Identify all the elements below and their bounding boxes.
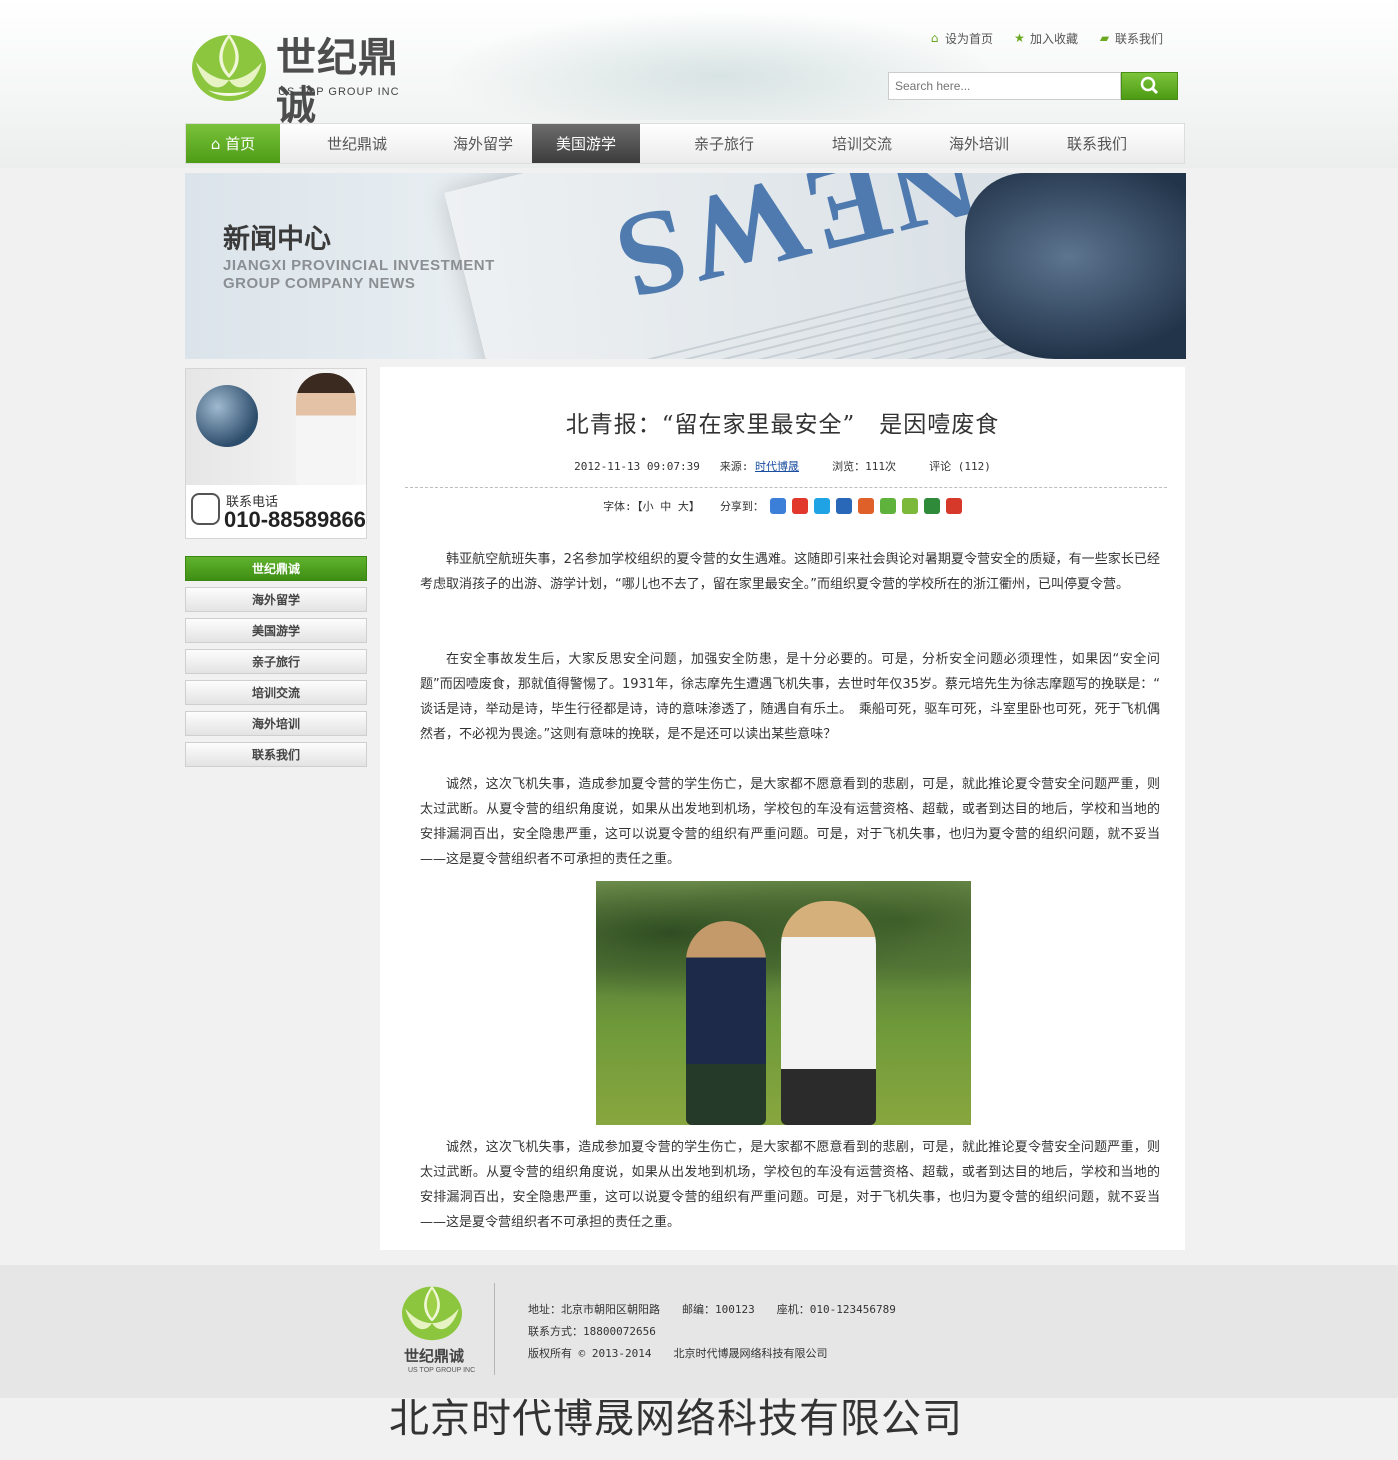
nav-item-contact[interactable]: 联系我们 xyxy=(1042,124,1152,163)
home-icon: ⌂ xyxy=(930,31,939,45)
footer-logo-cn: 世纪鼎诚 xyxy=(404,1347,465,1365)
set-homepage-label: 设为首页 xyxy=(945,32,994,46)
article-panel: 北青报：“留在家里最安全” 是因噎废食 2012-11-13 09:07:39 … xyxy=(380,367,1185,1250)
nav-item-label: 亲子旅行 xyxy=(693,135,754,153)
share-label: 分享到： xyxy=(719,500,764,513)
contact-card: 联系电话 010-88589866 xyxy=(185,368,367,539)
banner-subtitle-line2: GROUP COMPANY NEWS xyxy=(223,275,416,292)
sidebar-item-training-exchange[interactable]: 培训交流 xyxy=(185,680,367,705)
footer-contact-line: 联系方式：18800072656 xyxy=(528,1325,656,1338)
add-favorite-link[interactable]: ★ 加入收藏 xyxy=(1013,30,1078,47)
pengyou-share-icon[interactable] xyxy=(901,498,918,514)
source-link[interactable]: 时代博晟 xyxy=(755,460,799,473)
nav-item-study-abroad[interactable]: 海外留学 xyxy=(434,124,532,163)
nav-item-us-study-tour[interactable]: 美国游学 xyxy=(532,124,640,163)
source-label: 来源: xyxy=(719,460,749,473)
main-nav: ⌂ 首页 世纪鼎诚 海外留学 美国游学 亲子旅行 培训交流 海外培训 联系我们 xyxy=(185,123,1185,164)
sidebar-menu: 世纪鼎诚 海外留学 美国游学 亲子旅行 培训交流 海外培训 联系我们 xyxy=(185,556,367,773)
nav-item-label: 培训交流 xyxy=(831,135,892,153)
search-icon xyxy=(1140,76,1159,95)
nav-item-family-travel[interactable]: 亲子旅行 xyxy=(640,124,808,163)
search-button[interactable] xyxy=(1121,72,1178,100)
chat-icon: ▰ xyxy=(1099,31,1110,45)
comment-count[interactable]: 评论 (112) xyxy=(929,460,991,473)
nav-item-label: 首页 xyxy=(225,135,256,153)
article-paragraph: 诚然，这次飞机失事，造成参加夏令营的学生伤亡，是大家都不愿意看到的悲剧，可是，就… xyxy=(420,777,1160,867)
sidebar-item-contact[interactable]: 联系我们 xyxy=(185,742,367,767)
tencent-share-icon[interactable] xyxy=(813,498,830,514)
view-count: 浏览：111次 xyxy=(832,460,897,473)
article-paragraph: 韩亚航空航班失事，2名参加学校组织的夏令营的女生遇难。这随即引来社会舆论对暑期夏… xyxy=(420,552,1160,592)
banner-title: 新闻中心 xyxy=(223,224,331,255)
logo-english-name: US TOP GROUP INC xyxy=(278,86,400,98)
article-meta: 2012-11-13 09:07:39 来源: 时代博晟 浏览：111次 评论 … xyxy=(380,458,1185,474)
footer-logo: 世纪鼎诚 US TOP GROUP INC xyxy=(398,1281,475,1381)
add-favorite-label: 加入收藏 xyxy=(1030,32,1079,46)
set-homepage-link[interactable]: ⌂ 设为首页 xyxy=(928,30,993,47)
news-banner: NEWS 新闻中心 JIANGXI PROVINCIAL INVESTMENT … xyxy=(185,173,1186,359)
footer-info: 地址：北京市朝阳区朝阳路 邮编：100123 座机：010-123456789 联… xyxy=(528,1299,896,1365)
article-paragraph: 诚然，这次飞机失事，造成参加夏令营的学生伤亡，是大家都不愿意看到的悲剧，可是，就… xyxy=(420,1140,1160,1230)
kaixin-share-icon[interactable] xyxy=(857,498,874,514)
company-name: 北京时代博晟网络科技有限公司 xyxy=(389,1396,963,1442)
banner-subtitle-line1: JIANGXI PROVINCIAL INVESTMENT xyxy=(223,257,495,274)
qzone-share-icon[interactable] xyxy=(769,498,786,514)
star-icon: ★ xyxy=(1014,31,1025,45)
phone-number: 010-88589866 xyxy=(224,507,366,532)
douban-share-icon[interactable] xyxy=(923,498,940,514)
tianya-share-icon[interactable] xyxy=(945,498,962,514)
nav-item-training-exchange[interactable]: 培训交流 xyxy=(808,124,916,163)
banner-subtitle: JIANGXI PROVINCIAL INVESTMENT GROUP COMP… xyxy=(223,257,495,293)
meta-divider xyxy=(405,487,1167,488)
globe-icon xyxy=(196,385,258,447)
share-bar: 字体:【小 中 大】 分享到： xyxy=(380,498,1185,514)
sidebar-item-study-abroad[interactable]: 海外留学 xyxy=(185,587,367,612)
nav-item-label: 美国游学 xyxy=(555,135,616,153)
nav-item-label: 海外培训 xyxy=(948,135,1009,153)
header-mountain-backdrop xyxy=(440,10,1000,120)
nav-item-label: 海外留学 xyxy=(452,135,513,153)
site-logo[interactable]: 世纪鼎诚 US TOP GROUP INC xyxy=(190,28,430,129)
weibo-share-icon[interactable] xyxy=(791,498,808,514)
footer-copyright-line: 版权所有 © 2013-2014 北京时代博晟网络科技有限公司 xyxy=(528,1347,828,1360)
footer-address-line: 地址：北京市朝阳区朝阳路 邮编：100123 座机：010-123456789 xyxy=(528,1303,896,1316)
nav-item-shiji[interactable]: 世纪鼎诚 xyxy=(280,124,434,163)
renren-share-icon[interactable] xyxy=(835,498,852,514)
footer-divider xyxy=(494,1283,495,1375)
home-icon: ⌂ xyxy=(210,135,226,153)
article-date: 2012-11-13 09:07:39 xyxy=(574,460,700,473)
leaf-logo-icon xyxy=(192,34,266,101)
students-photo xyxy=(596,881,971,1125)
contact-us-label: 联系我们 xyxy=(1115,32,1164,46)
article-paragraph: 在安全事故发生后，大家反思安全问题，加强安全防患，是十分必要的。可是，分析安全问… xyxy=(420,652,1174,742)
phone-contact: 联系电话 010-88589866 xyxy=(186,485,366,538)
top-links: ⌂ 设为首页 ★ 加入收藏 ▰ 联系我们 xyxy=(928,30,1163,47)
nav-item-label: 联系我们 xyxy=(1066,135,1127,153)
businessman-globe-image xyxy=(186,369,366,485)
footer-logo-en: US TOP GROUP INC xyxy=(408,1367,476,1374)
font-size-control[interactable]: 字体:【小 中 大】 xyxy=(603,498,700,514)
sidebar-item-overseas-training[interactable]: 海外培训 xyxy=(185,711,367,736)
sidebar-item-shiji[interactable]: 世纪鼎诚 xyxy=(185,556,367,581)
logo-chinese-name: 世纪鼎诚 xyxy=(276,35,399,129)
telephone-image xyxy=(965,173,1186,359)
nav-item-label: 世纪鼎诚 xyxy=(326,135,387,153)
contact-us-link[interactable]: ▰ 联系我们 xyxy=(1098,30,1163,47)
footer: 世纪鼎诚 US TOP GROUP INC 地址：北京市朝阳区朝阳路 邮编：10… xyxy=(0,1265,1398,1398)
sidebar-item-family-travel[interactable]: 亲子旅行 xyxy=(185,649,367,674)
nav-item-overseas-training[interactable]: 海外培训 xyxy=(916,124,1042,163)
company-watermark: 北京时代博晟网络科技有限公司 xyxy=(0,1398,1398,1460)
search-box xyxy=(888,72,1178,100)
article-title: 北青报：“留在家里最安全” 是因噎废食 xyxy=(565,412,1000,438)
nav-item-home[interactable]: ⌂ 首页 xyxy=(186,124,280,163)
sidebar-item-us-study-tour[interactable]: 美国游学 xyxy=(185,618,367,643)
search-input[interactable] xyxy=(888,72,1121,100)
leaf-logo-icon xyxy=(402,1285,462,1341)
clover-share-icon[interactable] xyxy=(879,498,896,514)
person-icon xyxy=(191,493,220,525)
businessman-figure xyxy=(296,373,356,485)
